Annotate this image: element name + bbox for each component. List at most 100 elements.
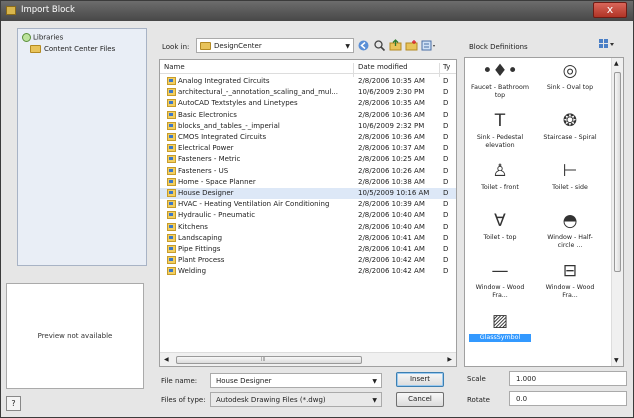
help-button[interactable]: ? [6,396,21,411]
filename-input[interactable]: House Designer ▼ [210,373,382,388]
file-row[interactable]: CMOS Integrated Circuits 2/8/2006 10:36 A… [160,132,456,143]
block-label: Window - Wood Fra... [475,284,525,299]
file-row[interactable]: Pipe Fittings 2/8/2006 10:41 AM D [160,244,456,255]
folder-icon [167,200,176,209]
file-row[interactable]: AutoCAD Textstyles and Linetypes 2/8/2006… [160,98,456,109]
scale-input[interactable]: 1.000 [509,371,627,386]
file-date: 10/5/2009 10:16 AM [358,189,430,197]
file-row[interactable]: blocks_and_tables_-_imperial 10/6/2009 2:… [160,121,456,132]
window-title: Import Block [21,5,75,15]
file-row[interactable]: Basic Electronics 2/8/2006 10:36 AM D [160,110,456,121]
file-date: 2/8/2006 10:41 AM [358,245,425,253]
scroll-up-icon[interactable]: ▲ [614,60,619,67]
file-row[interactable]: Analog Integrated Circuits 2/8/2006 10:35… [160,76,456,87]
scroll-thumb[interactable] [614,72,621,272]
horizontal-scrollbar[interactable]: ◀ III ▶ [160,352,456,366]
block-tile[interactable]: ∀ Toilet - top [469,210,531,260]
title-bar[interactable]: Import Block x [1,1,633,21]
filename-value: House Designer [216,377,272,385]
file-name: Fasteners - US [178,166,229,175]
file-name: House Designer [178,189,234,197]
scroll-left-icon[interactable]: ◀ [164,356,169,363]
file-type: D [443,133,449,141]
cancel-button[interactable]: Cancel [396,392,444,407]
file-type: D [443,77,449,85]
file-row[interactable]: Electrical Power 2/8/2006 10:37 AM D [160,143,456,154]
folder-icon [167,121,176,130]
block-tile[interactable]: ⊟ Window - Wood Fra... [539,260,601,310]
block-tile[interactable]: — Window - Wood Fra... [469,260,531,310]
search-icon[interactable] [373,39,386,52]
column-name[interactable]: Name [164,63,185,71]
block-tile[interactable]: •♦• Faucet - Bathroom top [469,60,531,110]
file-row[interactable]: Hydraulic - Pneumatic 2/8/2006 10:40 AM D [160,210,456,221]
filetype-select[interactable]: Autodesk Drawing Files (*.dwg) ▼ [210,392,382,407]
insert-button[interactable]: Insert [396,372,444,387]
file-type: D [443,166,449,175]
views-icon[interactable] [421,39,437,52]
scroll-right-icon[interactable]: ▶ [447,356,452,363]
file-name: architectural_-_annotation_scaling_and_m… [178,88,338,97]
back-icon[interactable] [357,39,370,52]
column-type[interactable]: Ty [443,63,450,71]
file-row[interactable]: Landscaping 2/8/2006 10:41 AM D [160,233,456,244]
block-tile[interactable]: ♙ Toilet - front [469,160,531,210]
preview-text: Preview not available [37,332,113,340]
block-tile[interactable]: T Sink - Pedestal elevation [469,110,531,160]
vertical-scrollbar[interactable]: ▲ ▼ [611,58,623,366]
block-tile[interactable]: ◎ Sink - Oval top [539,60,601,110]
close-button[interactable]: x [593,2,627,18]
file-list[interactable]: Name Date modified Ty Analog Integrated … [159,59,457,367]
app-icon [6,6,16,15]
folder-icon [167,189,176,197]
file-date: 2/8/2006 10:36 AM [358,133,425,141]
column-date-modified[interactable]: Date modified [358,63,408,71]
folder-up-icon[interactable] [389,39,402,52]
chevron-down-icon: ▼ [345,43,350,50]
file-row[interactable]: Home - Space Planner 2/8/2006 10:38 AM D [160,177,456,188]
file-type: D [443,99,449,108]
file-name: Welding [178,267,207,276]
folder-icon [167,211,176,220]
file-row[interactable]: Plant Process 2/8/2006 10:42 AM D [160,255,456,266]
folder-icon [167,177,176,186]
view-options-icon[interactable] [598,37,616,51]
lookin-combo[interactable]: DesignCenter ▼ [196,38,354,53]
column-divider[interactable] [439,63,440,77]
new-folder-icon[interactable] [405,39,418,52]
file-date: 2/8/2006 10:36 AM [358,110,425,119]
scale-value: 1.000 [516,375,537,383]
file-type: D [443,222,449,231]
libraries-label: Libraries [33,33,64,42]
file-row[interactable]: architectural_-_annotation_scaling_and_m… [160,87,456,98]
scroll-thumb[interactable]: III [176,356,362,364]
chevron-down-icon[interactable]: ▼ [372,378,377,385]
file-row[interactable]: Kitchens 2/8/2006 10:40 AM D [160,222,456,233]
column-divider[interactable] [353,63,354,77]
block-tile[interactable]: ⊢ Toilet - side [539,160,601,210]
block-tile[interactable]: ▨ GlassSymbol [469,310,531,360]
file-type: D [443,189,449,197]
file-row[interactable]: House Designer 10/5/2009 10:16 AM D [160,188,456,199]
block-definitions-panel[interactable]: •♦• Faucet - Bathroom top ◎ Sink - Oval top… [464,57,624,367]
file-name: Fasteners - Metric [178,155,241,164]
file-type: D [443,177,449,186]
block-label: Window - Wood Fra... [545,284,595,299]
folder-icon [167,256,176,265]
folder-icon [167,133,176,141]
file-row[interactable]: Fasteners - US 2/8/2006 10:26 AM D [160,166,456,177]
rotate-input[interactable]: 0.0 [509,391,627,406]
file-type: D [443,245,449,253]
libraries-node[interactable]: Libraries [22,33,63,44]
content-center-files-node[interactable]: Content Center Files [30,45,115,56]
file-name: Electrical Power [178,144,234,153]
filename-label: File name: [161,377,198,385]
block-tile[interactable]: ❂ Staircase - Spiral [539,110,601,160]
file-row[interactable]: Fasteners - Metric 2/8/2006 10:25 AM D [160,154,456,165]
scroll-down-icon[interactable]: ▼ [614,357,619,364]
file-date: 2/8/2006 10:40 AM [358,222,425,231]
file-row[interactable]: HVAC - Heating Ventilation Air Condition… [160,199,456,210]
file-row[interactable]: Welding 2/8/2006 10:42 AM D [160,266,456,277]
block-label: Toilet - side [552,184,588,191]
block-tile[interactable]: ◓ Window - Half-circle ... [539,210,601,260]
